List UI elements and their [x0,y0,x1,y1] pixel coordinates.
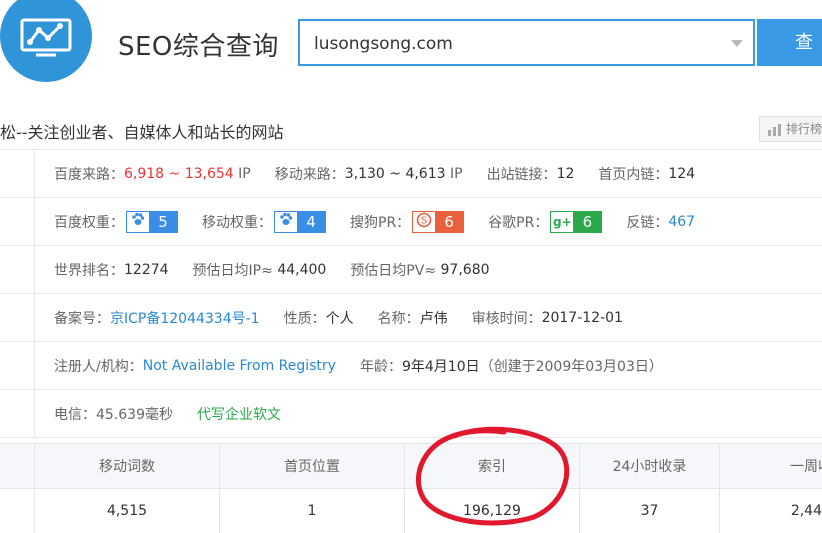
mobile-traffic-value: 3,130 ~ 4,613 [344,165,446,182]
icp-record-label: 备案号： [54,310,110,327]
icp-row: 备案号： 京ICP备12044334号-1 性质： 个人 名称： 卢伟 审核时间… [0,294,822,342]
audit-time-label: 审核时间： [471,310,542,327]
owner-name-value: 卢伟 [419,310,448,327]
mobile-weight-label: 移动权重： [202,214,272,231]
baidu-weight-badge[interactable]: 5 [126,210,178,233]
world-rank-value: 12274 [124,261,169,278]
owner-name-label: 名称： [377,310,420,327]
backlinks-label: 反链： [626,214,669,231]
daily-ip-label: 预估日均IP≈ [192,262,273,279]
stats-value-cell[interactable]: 1 [219,489,404,533]
baidu-traffic-unit: IP [238,165,251,182]
row-side [0,150,35,197]
stats-header-row: 移动词数 首页位置 索引 24小时收录 一周收 [0,443,822,489]
stats-header-cell: 移动词数 [34,444,219,488]
stats-value-cell[interactable]: 2,44 [719,489,822,533]
world-rank-label: 世界排名： [54,262,124,279]
whois-row: 注册人/机构： Not Available From Registry 年龄： … [0,342,822,390]
audit-time-value: 2017-12-01 [541,309,623,326]
search-button[interactable]: 查 [757,19,822,66]
created-date: （创建于2009年03月03日） [479,358,663,375]
ranking-row: 世界排名： 12274 预估日均IP≈ 44,400 预估日均PV≈ 97,68… [0,246,822,294]
ad-link[interactable]: 代写企业软文 [197,404,281,424]
outlinks-label: 出站链接： [486,166,557,183]
nature-label: 性质： [283,310,326,327]
paw-icon [275,211,297,232]
baidu-traffic-value: 6,918 ~ 13,654 [124,165,234,182]
paw-icon [127,211,149,232]
row-side [0,342,35,389]
google-plus-icon: g+ [551,211,574,232]
stats-value-row: 4,515 1 196,129 37 2,44 [0,489,822,533]
baidu-weight-label: 百度权重： [54,214,124,231]
rank-button[interactable]: 排行榜 [759,116,822,142]
speed-row: 电信：45.639毫秒 代写企业软文 [0,390,822,438]
sogou-pr-badge[interactable]: S 6 [412,210,465,233]
stats-table: 移动词数 首页位置 索引 24小时收录 一周收 4,515 1 196,129 … [0,443,822,533]
row-side [0,198,35,245]
icp-record-link[interactable]: 京ICP备12044334号-1 [110,308,260,328]
telecom-speed: 电信：45.639毫秒 [54,406,173,423]
age-value: 9年4月10日 [401,358,480,375]
mobile-weight-badge[interactable]: 4 [274,210,326,233]
page-title: SEO综合查询 [118,32,279,62]
nature-value: 个人 [325,310,354,327]
stats-value-cell[interactable]: 37 [579,489,719,533]
search-input[interactable] [312,21,716,66]
baidu-weight-value: 5 [149,211,177,232]
stats-header-cell: 首页位置 [219,444,404,488]
registrant-label: 注册人/机构： [54,358,143,375]
outlinks-value[interactable]: 12 [557,166,575,182]
logo[interactable] [0,0,92,82]
registrant-link[interactable]: Not Available From Registry [143,358,336,374]
sogou-icon: S [413,211,436,232]
sogou-pr-value: 6 [435,211,464,232]
row-side [0,390,35,437]
row-side [0,246,35,293]
site-info-panel: 百度来路： 6,918 ~ 13,654 IP 移动来路： 3,130 ~ 4,… [0,149,822,438]
mobile-weight-value: 4 [297,211,325,232]
svg-text:S: S [421,215,427,226]
mobile-traffic-unit: IP [449,165,463,182]
search-box[interactable] [298,19,755,66]
chevron-down-icon[interactable] [731,40,743,47]
rank-button-label: 排行榜 [786,122,822,136]
google-pr-value: 6 [573,211,602,232]
chart-monitor-icon [20,18,72,57]
bar-chart-icon [768,124,781,136]
google-pr-badge[interactable]: g+ 6 [550,210,603,233]
stats-header-text: 一周收 [790,459,822,475]
mobile-traffic-label: 移动来路： [274,166,345,183]
stats-value-text: 2,44 [790,503,822,519]
stats-header-cell: 24小时收录 [579,444,719,488]
daily-ip-value: 44,400 [277,261,327,278]
inlinks-label: 首页内链： [598,166,669,183]
inlinks-value[interactable]: 124 [668,166,695,182]
backlinks-value[interactable]: 467 [668,214,695,230]
traffic-row: 百度来路： 6,918 ~ 13,654 IP 移动来路： 3,130 ~ 4,… [0,150,822,198]
stats-value-cell[interactable]: 4,515 [34,489,219,533]
stats-header-cell: 一周收 [719,444,822,488]
sogou-pr-label: 搜狗PR： [350,214,411,231]
daily-pv-value: 97,680 [440,261,490,278]
site-description: 松--关注创业者、自媒体人和站长的网站 [0,123,284,142]
baidu-traffic-label: 百度来路： [54,166,124,183]
row-side [0,294,35,341]
weights-row: 百度权重： 5 移动权重： 4 搜狗PR： S 6 谷歌PR： g+ 6 反链：… [0,198,822,246]
daily-pv-label: 预估日均PV≈ [350,262,437,279]
annotation-circle [415,426,570,526]
google-pr-label: 谷歌PR： [488,214,549,231]
age-label: 年龄： [359,358,402,375]
